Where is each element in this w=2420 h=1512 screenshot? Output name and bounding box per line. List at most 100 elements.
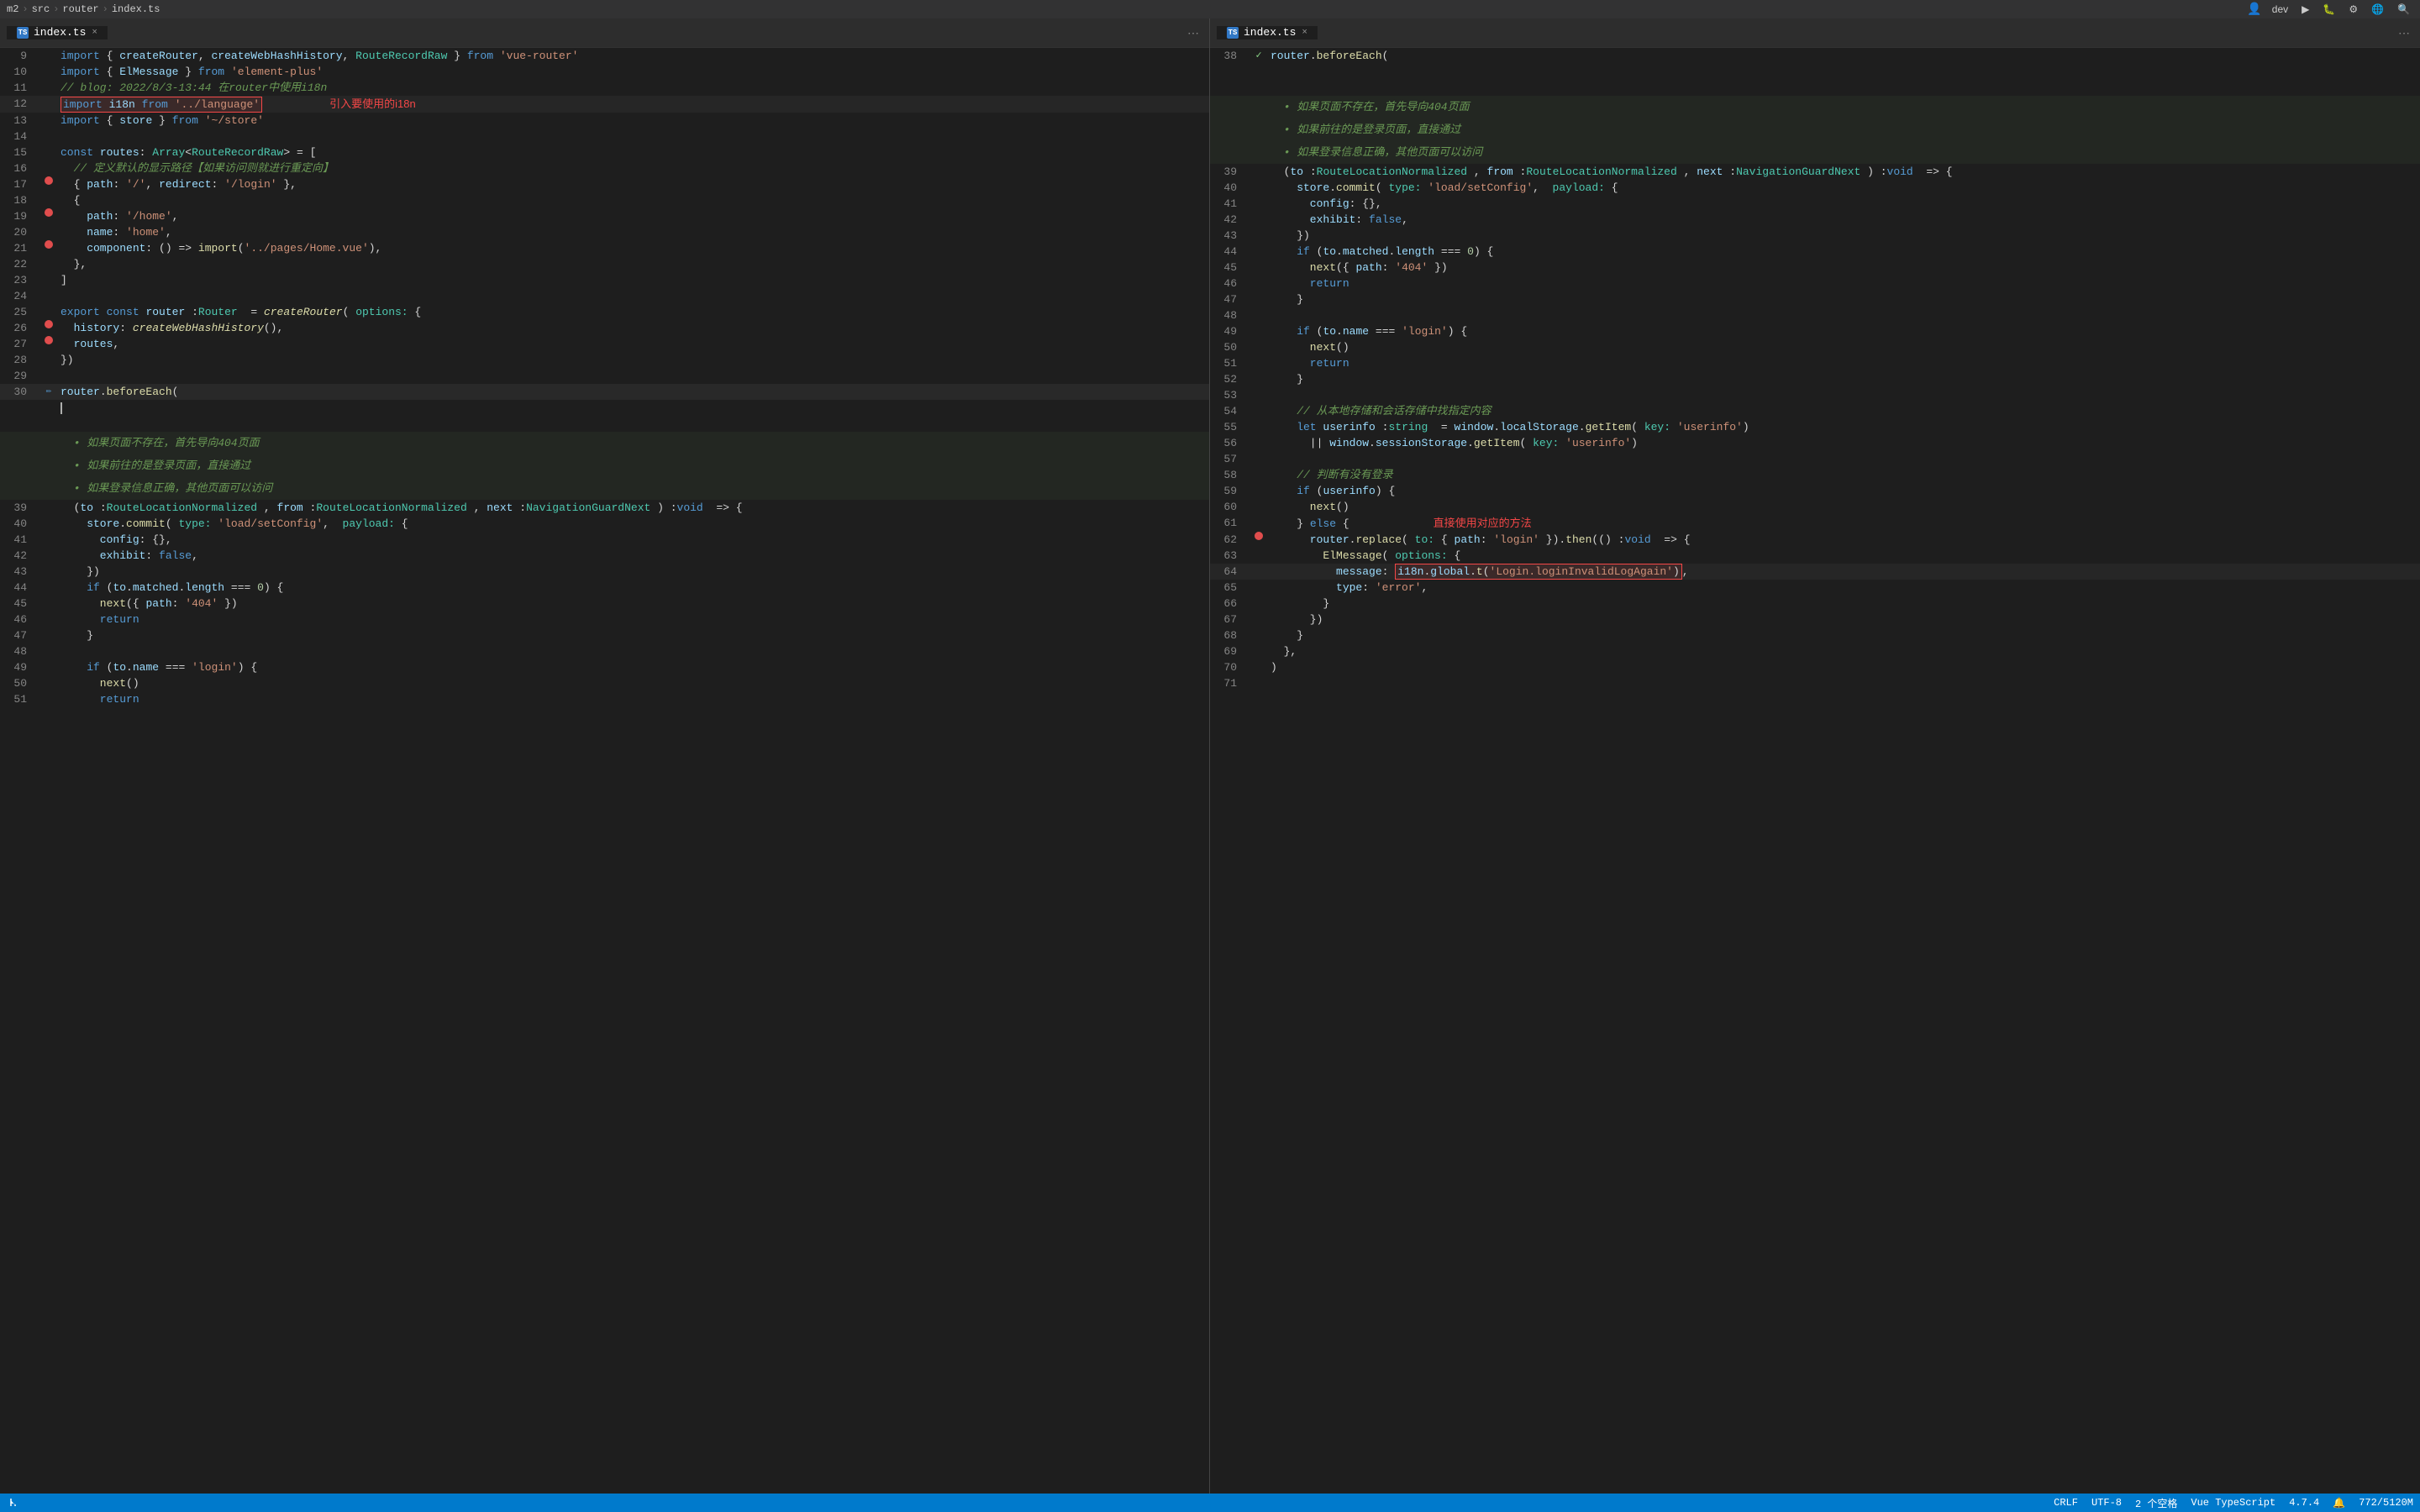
- left-tab-index-ts[interactable]: TS index.ts ×: [7, 26, 108, 39]
- table-row: 48: [1210, 307, 2420, 323]
- table-row: 70 ): [1210, 659, 2420, 675]
- table-row: 12 import i18n from '../language'引入要使用的i…: [0, 96, 1209, 113]
- table-row: 47 }: [1210, 291, 2420, 307]
- table-row: • 如果前往的是登录页面，直接通过: [1210, 118, 2420, 141]
- left-tab-label: index.ts: [34, 26, 86, 39]
- table-row: [1210, 64, 2420, 80]
- table-row: 13 import { store } from '~/store': [0, 113, 1209, 129]
- table-row: 60 next(): [1210, 499, 2420, 515]
- breakpoint-icon[interactable]: [45, 176, 53, 185]
- table-row: [1210, 80, 2420, 96]
- table-row: 67 }): [1210, 612, 2420, 627]
- table-row: • 如果前往的是登录页面，直接通过: [0, 454, 1209, 477]
- editor-container: TS index.ts × ⋯ 9 import { createRouter,…: [0, 18, 2420, 1494]
- debug-button[interactable]: 🐛: [2319, 2, 2338, 17]
- table-row: 69 },: [1210, 643, 2420, 659]
- left-tab-menu[interactable]: ⋯: [1184, 26, 1202, 40]
- status-branch[interactable]: [7, 1497, 18, 1509]
- title-bar-actions: 👤 dev ▶ 🐛 ⚙ 🌐 🔍: [2247, 2, 2413, 17]
- table-row: 46 return: [1210, 276, 2420, 291]
- breakpoint-icon[interactable]: [1255, 532, 1263, 540]
- table-row: 58 // 判断有没有登录: [1210, 467, 2420, 483]
- right-editor-scroll[interactable]: 38 ✓ router.beforeEach(: [1210, 48, 2420, 1494]
- table-row: 10 import { ElMessage } from 'element-pl…: [0, 64, 1209, 80]
- table-row: 41 config: {},: [1210, 196, 2420, 212]
- table-row: 57: [1210, 451, 2420, 467]
- table-row: 41 config: {},: [0, 532, 1209, 548]
- table-row: 49 if (to.name === 'login') {: [0, 659, 1209, 675]
- table-row: • 如果页面不存在，首先导向404页面: [0, 432, 1209, 454]
- table-row: [0, 400, 1209, 416]
- table-row: 44 if (to.matched.length === 0) {: [1210, 244, 2420, 260]
- table-row: [0, 416, 1209, 432]
- table-row: 48: [0, 643, 1209, 659]
- table-row: 15 const routes: Array<RouteRecordRaw> =…: [0, 144, 1209, 160]
- table-row: • 如果登录信息正确，其他页面可以访问: [1210, 141, 2420, 164]
- table-row: 64 message: i18n.global.t('Login.loginIn…: [1210, 564, 2420, 580]
- settings-button[interactable]: ⚙: [2345, 2, 2361, 17]
- table-row: 68 }: [1210, 627, 2420, 643]
- status-encoding[interactable]: CRLF: [2054, 1496, 2078, 1510]
- table-row: 39 (to :RouteLocationNormalized , from :…: [0, 500, 1209, 516]
- ts-file-icon-right: TS: [1227, 27, 1239, 39]
- table-row: 49 if (to.name === 'login') {: [1210, 323, 2420, 339]
- right-tab-index-ts[interactable]: TS index.ts ×: [1217, 26, 1318, 39]
- right-editor-pane: TS index.ts × ⋯ 38 ✓ router.beforeEach(: [1210, 18, 2420, 1494]
- status-language[interactable]: Vue TypeScript: [2191, 1496, 2275, 1510]
- table-row: 23 ]: [0, 272, 1209, 288]
- user-icon[interactable]: 👤: [2247, 3, 2261, 17]
- breakpoint-icon[interactable]: [45, 336, 53, 344]
- search-button[interactable]: 🔍: [2394, 2, 2413, 17]
- table-row: 55 let userinfo :string = window.localSt…: [1210, 419, 2420, 435]
- git-branch-icon: [7, 1497, 18, 1509]
- status-position: 772/5120M: [2359, 1496, 2413, 1510]
- right-tab-label: index.ts: [1244, 26, 1296, 39]
- breadcrumb-file[interactable]: index.ts: [112, 3, 160, 15]
- table-row: 14: [0, 129, 1209, 144]
- edit-icon: ✏: [46, 384, 52, 400]
- table-row: 43 }): [0, 564, 1209, 580]
- left-tab-close[interactable]: ×: [92, 28, 97, 38]
- right-tab-menu[interactable]: ⋯: [2395, 26, 2413, 40]
- table-row: 66 }: [1210, 596, 2420, 612]
- left-code-area: 9 import { createRouter, createWebHashHi…: [0, 48, 1209, 1494]
- table-row: 46 return: [0, 612, 1209, 627]
- branch-button[interactable]: dev: [2269, 2, 2291, 17]
- status-indent[interactable]: 2 个空格: [2135, 1496, 2177, 1510]
- table-row: 20 name: 'home',: [0, 224, 1209, 240]
- breakpoint-icon[interactable]: [45, 320, 53, 328]
- breadcrumb-src[interactable]: src: [32, 3, 50, 15]
- table-row: 9 import { createRouter, createWebHashHi…: [0, 48, 1209, 64]
- table-row: 30 ✏ router.beforeEach(: [0, 384, 1209, 400]
- translate-button[interactable]: 🌐: [2368, 2, 2387, 17]
- breakpoint-icon[interactable]: [45, 240, 53, 249]
- table-row: 52 }: [1210, 371, 2420, 387]
- table-row: 42 exhibit: false,: [1210, 212, 2420, 228]
- check-icon: ✓: [1255, 48, 1261, 64]
- table-row: 42 exhibit: false,: [0, 548, 1209, 564]
- breadcrumb-router[interactable]: router: [62, 3, 98, 15]
- run-button[interactable]: ▶: [2298, 2, 2312, 17]
- table-row: 62 router.replace( to: { path: 'login' }…: [1210, 532, 2420, 548]
- status-charset[interactable]: UTF-8: [2091, 1496, 2122, 1510]
- status-bell: 🔔: [2333, 1496, 2345, 1510]
- table-row: 40 store.commit( type: 'load/setConfig',…: [0, 516, 1209, 532]
- table-row: 24: [0, 288, 1209, 304]
- table-row: 39 (to :RouteLocationNormalized , from :…: [1210, 164, 2420, 180]
- table-row: 47 }: [0, 627, 1209, 643]
- table-row: 26 history: createWebHashHistory(),: [0, 320, 1209, 336]
- table-row: 51 return: [0, 691, 1209, 707]
- breakpoint-icon[interactable]: [45, 208, 53, 217]
- table-row: 16 // 定义默认的显示路径【如果访问则就进行重定向】: [0, 160, 1209, 176]
- status-ts-version: 4.7.4: [2289, 1496, 2319, 1510]
- right-tab-close[interactable]: ×: [1302, 28, 1307, 38]
- table-row: 53: [1210, 387, 2420, 403]
- left-editor-pane: TS index.ts × ⋯ 9 import { createRouter,…: [0, 18, 1210, 1494]
- table-row: 18 {: [0, 192, 1209, 208]
- table-row: • 如果页面不存在，首先导向404页面: [1210, 96, 2420, 118]
- table-row: 50 next(): [0, 675, 1209, 691]
- table-row: 51 return: [1210, 355, 2420, 371]
- breadcrumb-m2[interactable]: m2: [7, 3, 18, 15]
- table-row: 54 // 从本地存储和会话存储中找指定内容: [1210, 403, 2420, 419]
- left-editor-scroll[interactable]: 9 import { createRouter, createWebHashHi…: [0, 48, 1209, 1494]
